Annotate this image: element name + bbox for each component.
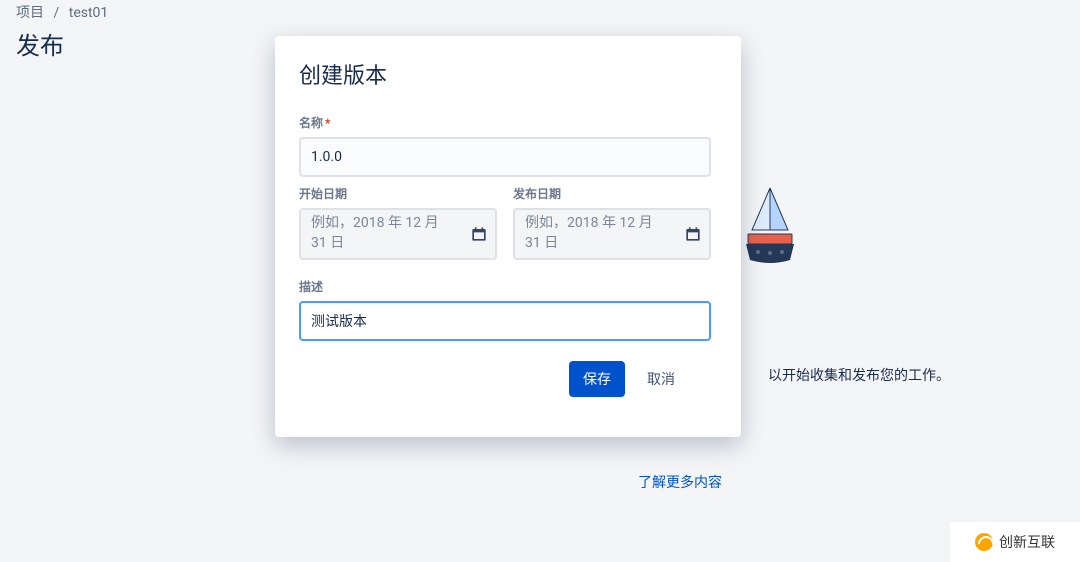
description-input[interactable] [299,301,711,341]
watermark-icon [975,533,993,551]
name-label-text: 名称 [299,116,323,130]
watermark-text: 创新互联 [999,532,1055,552]
release-date-placeholder: 例如，2018 年 12 月 31 日 [525,214,671,253]
calendar-icon[interactable] [469,224,489,244]
breadcrumb: 项目 / test01 [0,0,1080,22]
create-version-modal: 创建版本 名称* 开始日期 例如，2018 年 12 月 31 日 发布日期 [275,36,741,437]
release-date-input[interactable]: 例如，2018 年 12 月 31 日 [513,208,711,260]
breadcrumb-current[interactable]: test01 [69,5,109,21]
modal-title: 创建版本 [275,36,741,98]
start-date-placeholder: 例如，2018 年 12 月 31 日 [311,214,457,253]
start-date-label: 开始日期 [299,185,497,202]
learn-more-link[interactable]: 了解更多内容 [638,472,722,492]
cancel-button[interactable]: 取消 [635,361,687,397]
background-hint-text: 以开始收集和发布您的工作。 [768,365,950,385]
start-date-input[interactable]: 例如，2018 年 12 月 31 日 [299,208,497,260]
watermark: 创新互联 [950,522,1080,562]
description-label: 描述 [299,278,711,295]
breadcrumb-separator: / [53,5,59,21]
ship-illustration [740,180,800,270]
save-button[interactable]: 保存 [569,361,625,397]
calendar-icon[interactable] [683,224,703,244]
breadcrumb-root[interactable]: 项目 [16,5,44,21]
required-indicator: * [325,116,330,130]
release-date-label: 发布日期 [513,185,711,202]
name-input[interactable] [299,137,711,177]
name-label: 名称* [299,114,711,131]
modal-body[interactable]: 名称* 开始日期 例如，2018 年 12 月 31 日 发布日期 [275,98,741,437]
